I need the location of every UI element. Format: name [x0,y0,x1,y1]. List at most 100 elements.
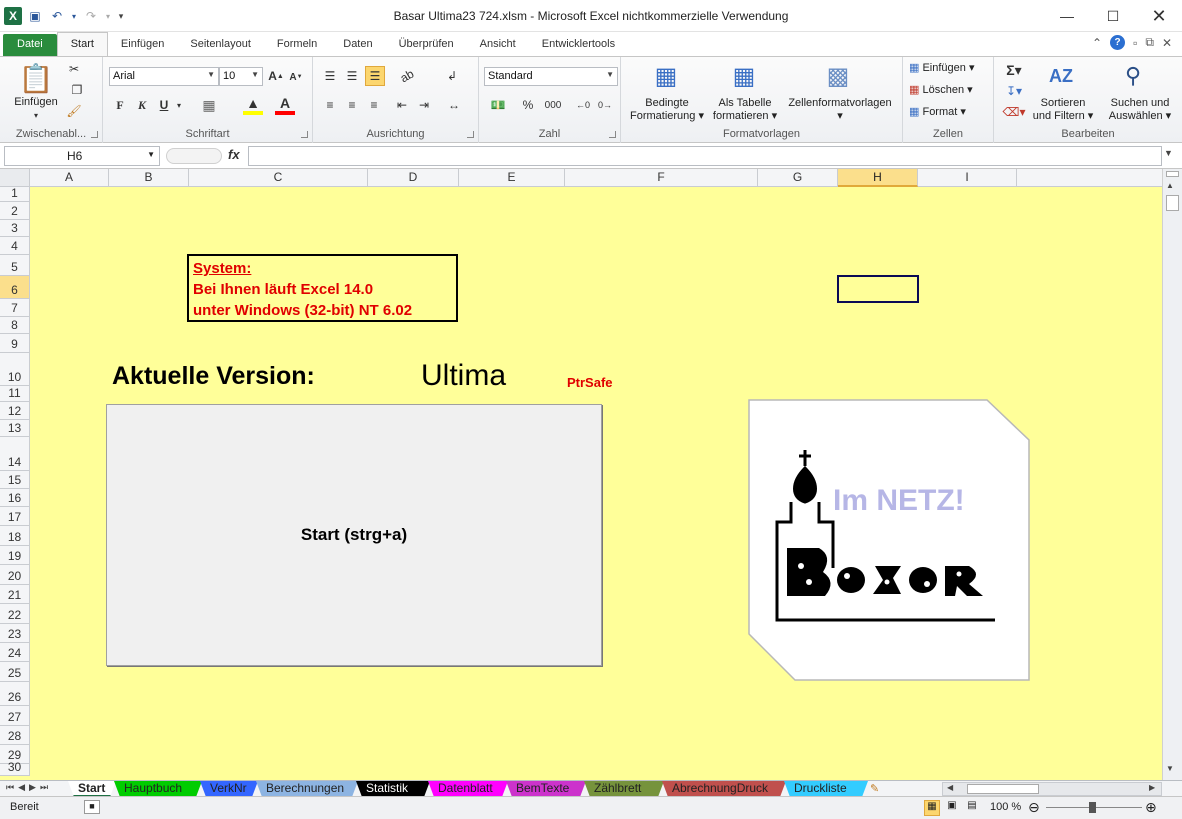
sheet-tab-abrechnungdruck[interactable]: AbrechnungDruck [662,781,786,797]
column-header-b[interactable]: B [109,169,189,187]
sheet-tab-z-hlbrett[interactable]: Zählbrett [584,781,664,797]
increase-indent-icon[interactable]: ⇥ [415,96,433,114]
row-header-15[interactable]: 15 [0,471,30,489]
format-as-table-icon[interactable]: ▦ [729,61,759,91]
row-header-16[interactable]: 16 [0,489,30,507]
sheet-nav-icons[interactable]: ⏮◀▶⏭ [6,782,52,793]
format-as-table-button[interactable]: Als Tabelle formatieren ▾ [705,97,785,123]
scroll-thumb[interactable] [1166,195,1179,211]
font-size-combo[interactable]: 10 ▼ [219,67,263,86]
paste-dropdown-icon[interactable]: ▾ [28,110,44,120]
percent-button[interactable]: % [519,96,537,114]
cut-icon[interactable]: ✂ [66,61,82,77]
tab-formulas[interactable]: Formeln [264,34,330,56]
sheet-tab-statistik[interactable]: Statistik [356,781,430,797]
row-header-17[interactable]: 17 [0,507,30,526]
number-launcher-icon[interactable] [609,131,616,138]
align-bottom-icon[interactable]: ☰ [365,66,385,86]
currency-icon[interactable]: 💵 [485,96,511,114]
insert-cells-button[interactable]: ▦ Einfügen ▾ [909,62,974,75]
cell-styles-icon[interactable]: ▩ [823,61,853,91]
row-header-13[interactable]: 13 [0,420,30,437]
row-header-24[interactable]: 24 [0,643,30,662]
row-header-8[interactable]: 8 [0,317,30,334]
row-header-2[interactable]: 2 [0,202,30,220]
select-all-corner[interactable] [0,169,30,187]
fill-icon[interactable]: ↧▾ [1002,82,1026,100]
row-header-27[interactable]: 27 [0,706,30,726]
row-header-11[interactable]: 11 [0,386,30,402]
row-header-28[interactable]: 28 [0,726,30,745]
sheet-tab-berechnungen[interactable]: Berechnungen [256,781,358,797]
minimize-ribbon-icon[interactable]: ⌃ [1092,36,1102,50]
window-minimize-icon[interactable]: ▫ [1133,36,1137,50]
insert-sheet-icon[interactable]: ✎ [870,782,888,796]
thousands-button[interactable]: 000 [541,96,565,114]
horizontal-scrollbar[interactable]: ◀ ▶ [942,782,1162,796]
row-header-19[interactable]: 19 [0,546,30,565]
tab-insert[interactable]: Einfügen [108,34,177,56]
column-header-c[interactable]: C [189,169,368,187]
sheet-tab-datenblatt[interactable]: Datenblatt [428,781,508,797]
orientation-icon[interactable]: ab [392,62,422,90]
tab-review[interactable]: Überprüfen [386,34,467,56]
macro-record-icon[interactable]: ■ [84,800,100,814]
font-launcher-icon[interactable] [301,131,308,138]
minimize-icon[interactable]: — [1044,0,1090,32]
find-select-button[interactable]: Suchen und Auswählen ▾ [1100,97,1180,123]
underline-button[interactable]: U [155,96,173,114]
row-header-14[interactable]: 14 [0,437,30,471]
sheet-tab-verknr[interactable]: VerkNr [200,781,258,797]
conditional-formatting-button[interactable]: Bedingte Formatierung ▾ [623,97,711,123]
underline-dropdown-icon[interactable]: ▾ [174,98,184,112]
column-header-e[interactable]: E [459,169,565,187]
row-header-22[interactable]: 22 [0,604,30,624]
row-header-18[interactable]: 18 [0,526,30,546]
column-header-f[interactable]: F [565,169,758,187]
row-header-26[interactable]: 26 [0,682,30,706]
help-icon[interactable]: ? [1110,35,1126,50]
clear-icon[interactable]: ⌫▾ [1002,103,1026,121]
row-header-3[interactable]: 3 [0,220,30,237]
borders-icon[interactable]: ▦ [199,96,219,114]
align-left-icon[interactable]: ≡ [321,96,339,114]
row-header-4[interactable]: 4 [0,237,30,255]
tab-page-layout[interactable]: Seitenlayout [177,34,264,56]
expand-formula-bar-icon[interactable]: ▼ [1164,148,1173,158]
find-select-icon[interactable]: ⚲ [1118,61,1148,91]
merge-center-icon[interactable]: ↔ [443,96,465,114]
row-header-9[interactable]: 9 [0,334,30,353]
zoom-level[interactable]: 100 % [990,801,1021,813]
maximize-icon[interactable]: ☐ [1090,0,1136,32]
sheet-tab-druckliste[interactable]: Druckliste [784,781,868,797]
sheet-tab-bemtexte[interactable]: BemTexte [506,781,586,797]
number-format-combo[interactable]: Standard ▼ [484,67,618,86]
split-box-icon[interactable] [1166,171,1179,177]
column-header-a[interactable]: A [30,169,109,187]
window-close-icon[interactable]: ✕ [1162,36,1172,50]
row-header-20[interactable]: 20 [0,565,30,585]
row-header-1[interactable]: 1 [0,186,30,202]
page-layout-view-icon[interactable]: ▣ [944,800,960,816]
increase-decimal-icon[interactable]: ←0 [573,96,593,114]
column-header-i[interactable]: I [918,169,1017,187]
align-center-icon[interactable]: ≡ [343,96,361,114]
cell-styles-button[interactable]: Zellenformatvorlagen ▾ [781,97,899,123]
vertical-scrollbar[interactable]: ▲ ▼ [1162,169,1182,780]
tab-start[interactable]: Start [56,32,108,56]
decrease-decimal-icon[interactable]: 0→ [595,96,615,114]
wrap-text-icon[interactable]: ↲ [443,67,461,85]
row-header-7[interactable]: 7 [0,299,30,317]
copy-icon[interactable]: ❐ [66,82,88,98]
scroll-right-icon[interactable]: ▶ [1149,783,1155,792]
paste-icon[interactable]: 📋 [19,61,54,95]
sort-filter-button[interactable]: Sortieren und Filtern ▾ [1028,97,1098,123]
paste-button[interactable]: Einfügen [4,96,68,109]
zoom-out-icon[interactable]: ⊖ [1028,799,1040,816]
formula-input[interactable] [248,146,1162,166]
row-header-30[interactable]: 30 [0,760,30,776]
align-right-icon[interactable]: ≡ [365,96,383,114]
hscroll-thumb[interactable] [967,784,1039,794]
clipboard-launcher-icon[interactable] [91,131,98,138]
tab-view[interactable]: Ansicht [467,34,529,56]
